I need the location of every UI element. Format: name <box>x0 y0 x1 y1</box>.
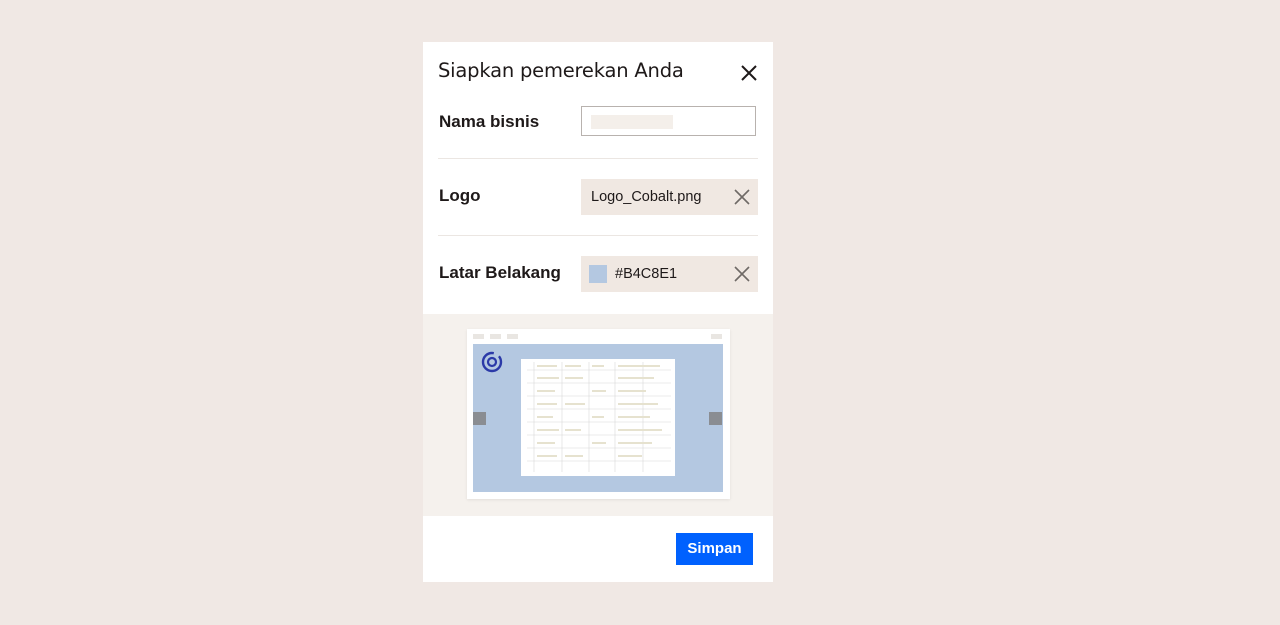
preview-area <box>423 314 773 516</box>
logo-file-name: Logo_Cobalt.png <box>591 189 702 205</box>
close-icon <box>741 65 757 81</box>
clear-logo-button[interactable] <box>732 187 752 207</box>
save-button[interactable]: Simpan <box>676 533 753 565</box>
divider <box>438 235 758 236</box>
clear-background-button[interactable] <box>732 264 752 284</box>
business-name-value <box>591 115 673 129</box>
divider <box>438 158 758 159</box>
close-button[interactable] <box>739 63 759 83</box>
background-label: Latar Belakang <box>439 263 561 282</box>
logo-label: Logo <box>439 186 481 205</box>
business-name-input[interactable] <box>581 106 756 136</box>
background-color-value: #B4C8E1 <box>615 266 678 282</box>
preview-thumbnail <box>473 334 723 492</box>
background-color-chip[interactable]: #B4C8E1 <box>581 256 758 292</box>
logo-file-chip[interactable]: Logo_Cobalt.png <box>581 179 758 215</box>
branding-preview <box>467 329 730 499</box>
business-name-label: Nama bisnis <box>439 112 540 131</box>
branding-dialog: Siapkan pemerekan Anda Nama bisnis Logo … <box>423 42 773 582</box>
dialog-title: Siapkan pemerekan Anda <box>438 59 684 82</box>
clear-icon <box>734 266 750 282</box>
clear-icon <box>734 189 750 205</box>
color-swatch[interactable] <box>589 265 607 283</box>
